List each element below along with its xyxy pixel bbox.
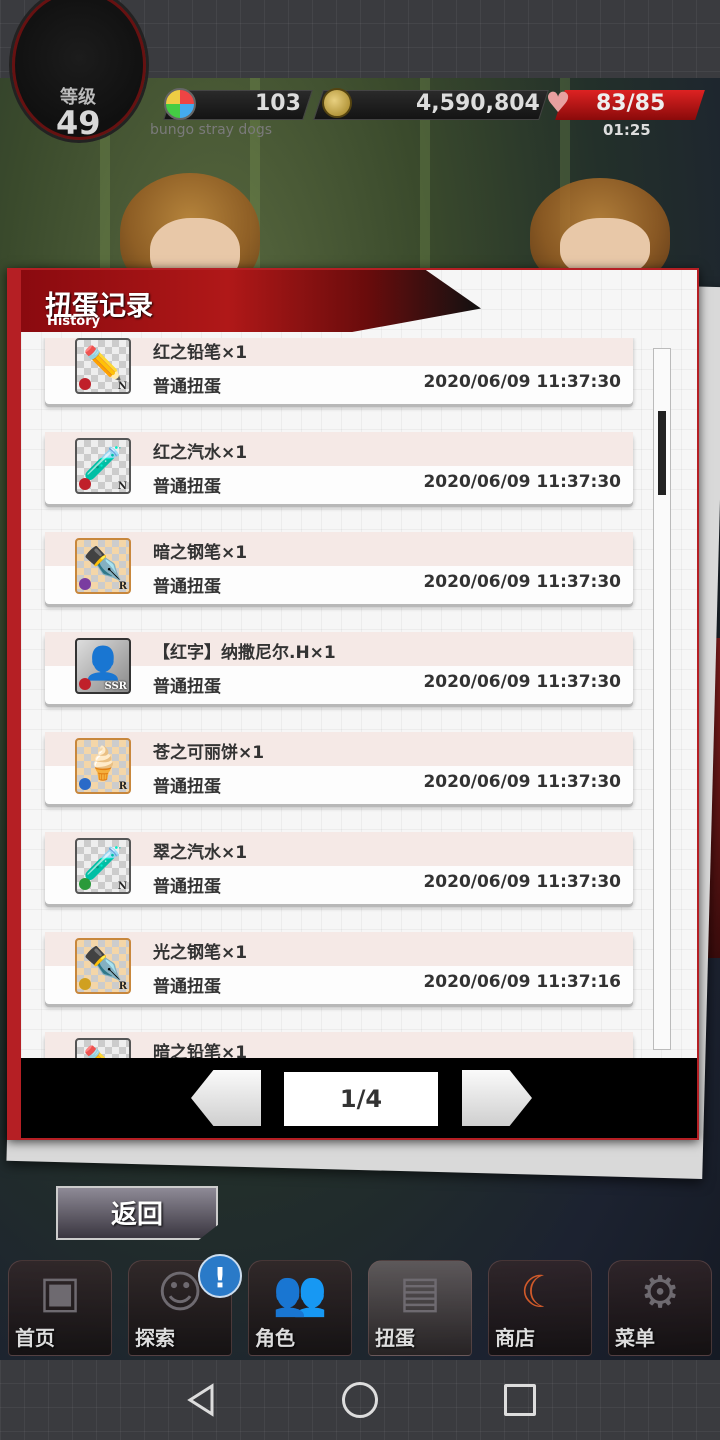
soda-icon: 🧪 N bbox=[75, 838, 131, 894]
entry-name: 红之铅笔×1 bbox=[153, 343, 248, 363]
history-entry: ✏️ N 红之铅笔×1 普通扭蛋 2020/06/09 11:37:30 bbox=[45, 338, 633, 404]
gem-icon bbox=[164, 88, 196, 120]
nav-label: 角色 bbox=[255, 1326, 295, 1350]
recents-square-icon[interactable] bbox=[504, 1384, 536, 1416]
entry-time: 2020/06/09 11:37:30 bbox=[423, 872, 621, 892]
history-entry: ✒️ R 暗之钢笔×1 普通扭蛋 2020/06/09 11:37:30 bbox=[45, 532, 633, 604]
system-nav-bar bbox=[0, 1360, 720, 1440]
fountain-pen-icon: ✒️ R bbox=[75, 538, 131, 594]
character-card-icon: 👤 SSR bbox=[75, 638, 131, 694]
pencil-icon: ✏️ bbox=[75, 1038, 131, 1058]
stamina-timer: 01:25 bbox=[603, 121, 651, 139]
entry-time: 2020/06/09 11:37:30 bbox=[423, 572, 621, 592]
shop-icon: ☾ bbox=[520, 1267, 560, 1318]
nav-home[interactable]: ▣ 首页 bbox=[8, 1260, 112, 1356]
nav-shop[interactable]: ☾ 商店 bbox=[488, 1260, 592, 1356]
history-list[interactable]: ✏️ N 红之铅笔×1 普通扭蛋 2020/06/09 11:37:30 🧪 N… bbox=[21, 338, 661, 1058]
home-circle-icon[interactable] bbox=[342, 1382, 378, 1418]
nav-label: 探索 bbox=[135, 1326, 175, 1350]
entry-type: 普通扭蛋 bbox=[153, 577, 221, 597]
entry-time: 2020/06/09 11:37:16 bbox=[423, 972, 621, 992]
broken-heart-icon: ♥ bbox=[545, 86, 571, 119]
nav-gacha[interactable]: ▤ 扭蛋 bbox=[368, 1260, 472, 1356]
level-value: 49 bbox=[56, 104, 101, 142]
characters-icon: 👥 bbox=[272, 1268, 328, 1319]
nav-label: 商店 bbox=[495, 1326, 535, 1350]
home-icon: ▣ bbox=[39, 1267, 81, 1318]
history-entry: ✒️ R 光之钢笔×1 普通扭蛋 2020/06/09 11:37:16 bbox=[45, 932, 633, 1004]
gacha-icon: ▤ bbox=[399, 1267, 441, 1318]
page-indicator: 1/4 bbox=[284, 1072, 438, 1126]
next-page-button[interactable] bbox=[462, 1070, 532, 1126]
scrollbar-thumb[interactable] bbox=[658, 411, 666, 495]
history-entry: ✏️ 暗之铅笔×1 bbox=[45, 1032, 633, 1058]
nav-characters[interactable]: 👥 角色 bbox=[248, 1260, 352, 1356]
entry-name: 红之汽水×1 bbox=[153, 443, 248, 463]
prev-page-button[interactable] bbox=[191, 1070, 261, 1126]
soda-icon: 🧪 N bbox=[75, 438, 131, 494]
history-dialog: 扭蛋记录 History ✏️ N 红之铅笔×1 普通扭蛋 2020/06/09… bbox=[7, 268, 699, 1140]
history-entry: 👤 SSR 【红字】纳撒尼尔.H×1 普通扭蛋 2020/06/09 11:37… bbox=[45, 632, 633, 704]
coin-icon bbox=[322, 88, 352, 118]
bottom-nav: ▣ 首页 ☺ 探索 👥 角色 ▤ 扭蛋 ☾ 商店 ⚙ 菜单 bbox=[0, 1252, 720, 1360]
entry-type: 普通扭蛋 bbox=[153, 477, 221, 497]
entry-type: 普通扭蛋 bbox=[153, 777, 221, 797]
entry-name: 【红字】纳撒尼尔.H×1 bbox=[153, 643, 336, 663]
entry-name: 苍之可丽饼×1 bbox=[153, 743, 265, 763]
entry-type: 普通扭蛋 bbox=[153, 677, 221, 697]
stamina-count: 83/85 bbox=[596, 91, 666, 116]
entry-type: 普通扭蛋 bbox=[153, 377, 221, 397]
back-triangle-icon[interactable] bbox=[184, 1382, 220, 1418]
entry-name: 暗之铅笔×1 bbox=[153, 1043, 248, 1058]
coin-count: 4,590,804 bbox=[416, 91, 540, 116]
dialog-subtitle: History bbox=[47, 314, 101, 329]
entry-time: 2020/06/09 11:37:30 bbox=[423, 472, 621, 492]
back-button[interactable]: 返回 bbox=[56, 1186, 218, 1240]
entry-type: 普通扭蛋 bbox=[153, 977, 221, 997]
history-entry: 🍦 R 苍之可丽饼×1 普通扭蛋 2020/06/09 11:37:30 bbox=[45, 732, 633, 804]
crepe-icon: 🍦 R bbox=[75, 738, 131, 794]
gear-icon: ⚙ bbox=[640, 1267, 680, 1318]
pagination: 1/4 bbox=[21, 1058, 697, 1138]
entry-name: 暗之钢笔×1 bbox=[153, 543, 248, 563]
nav-label: 首页 bbox=[15, 1326, 55, 1350]
nav-label: 菜单 bbox=[615, 1326, 655, 1350]
game-subtitle: bungo stray dogs bbox=[150, 122, 273, 138]
entry-type: 普通扭蛋 bbox=[153, 877, 221, 897]
nav-label: 扭蛋 bbox=[375, 1326, 415, 1350]
entry-name: 翠之汽水×1 bbox=[153, 843, 248, 863]
fountain-pen-icon: ✒️ R bbox=[75, 938, 131, 994]
history-entry: 🧪 N 翠之汽水×1 普通扭蛋 2020/06/09 11:37:30 bbox=[45, 832, 633, 904]
gem-count: 103 bbox=[255, 91, 301, 116]
entry-name: 光之钢笔×1 bbox=[153, 943, 248, 963]
history-entry: 🧪 N 红之汽水×1 普通扭蛋 2020/06/09 11:37:30 bbox=[45, 432, 633, 504]
entry-time: 2020/06/09 11:37:30 bbox=[423, 372, 621, 392]
nav-menu[interactable]: ⚙ 菜单 bbox=[608, 1260, 712, 1356]
entry-time: 2020/06/09 11:37:30 bbox=[423, 672, 621, 692]
list-scrollbar[interactable] bbox=[653, 348, 671, 1050]
explore-notification-badge: ! bbox=[198, 1254, 242, 1298]
back-button-label: 返回 bbox=[110, 1200, 163, 1230]
entry-time: 2020/06/09 11:37:30 bbox=[423, 772, 621, 792]
pencil-icon: ✏️ N bbox=[75, 338, 131, 394]
